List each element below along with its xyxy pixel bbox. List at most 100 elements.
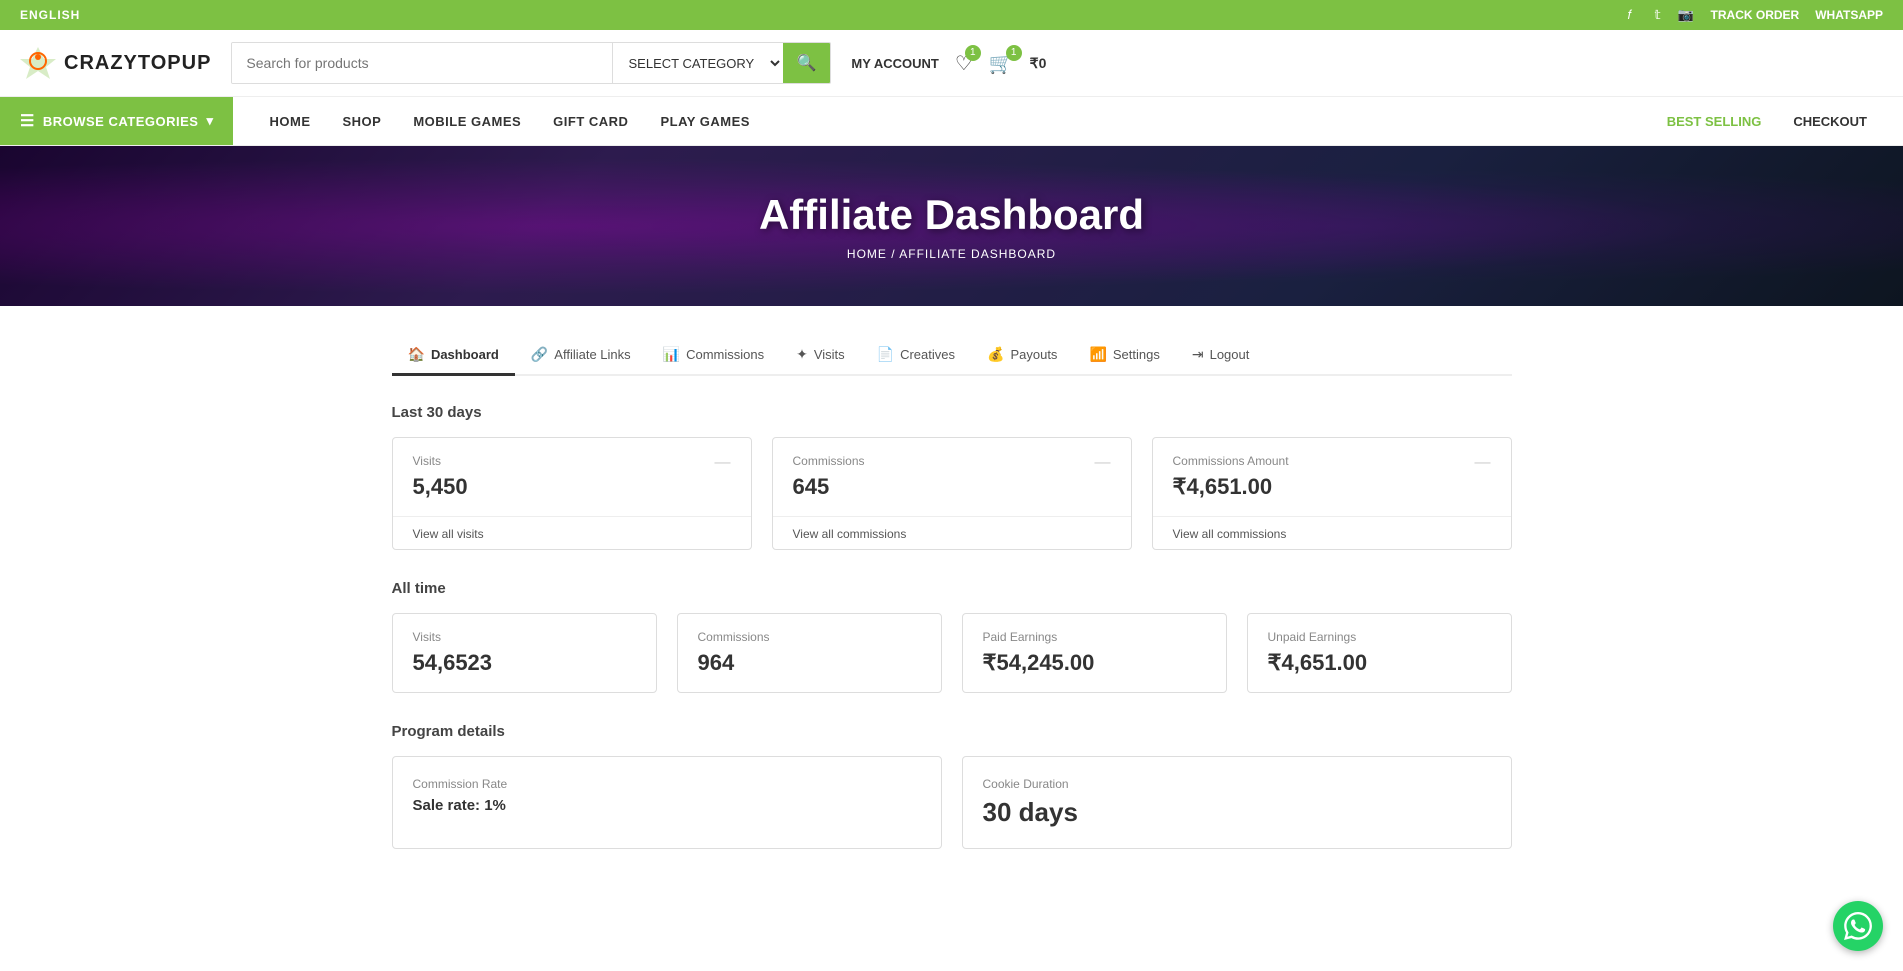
social-icons: 𝑓 𝕥 📷: [1621, 6, 1695, 24]
commission-rate-label: Commission Rate: [413, 777, 921, 791]
visits-label: Visits: [413, 454, 468, 468]
tabs: 🏠 Dashboard 🔗 Affiliate Links 📊 Commissi…: [392, 336, 1512, 376]
tab-visits[interactable]: ✦ Visits: [780, 336, 861, 376]
alltime-paid-earnings-body: Paid Earnings ₹54,245.00: [963, 614, 1226, 692]
hero-banner: Affiliate Dashboard HOME / AFFILIATE DAS…: [0, 146, 1903, 306]
tab-logout[interactable]: ⇥ Logout: [1176, 336, 1266, 376]
tab-dashboard[interactable]: 🏠 Dashboard: [392, 336, 515, 376]
alltime-commissions-card: Commissions 964: [677, 613, 942, 693]
hamburger-icon: ☰: [20, 111, 35, 131]
commissions-card-30: Commissions 645 — View all commissions: [772, 437, 1132, 550]
nav-shop[interactable]: SHOP: [326, 100, 397, 143]
commissions-amount-footer: View all commissions: [1153, 516, 1511, 549]
last30days-label: Last 30 days: [392, 404, 1512, 421]
search-bar: SELECT CATEGORY 🔍: [231, 42, 831, 84]
commissions-value: 645: [793, 474, 865, 500]
cart-value: ₹0: [1030, 55, 1047, 72]
creatives-icon: 📄: [877, 346, 894, 363]
payouts-icon: 💰: [987, 346, 1004, 363]
nav-play-games[interactable]: PLAY GAMES: [644, 100, 766, 143]
wishlist-button[interactable]: ♡ 1: [955, 51, 973, 76]
nav-links: HOME SHOP MOBILE GAMES GIFT CARD PLAY GA…: [233, 100, 1650, 143]
logo-icon: [20, 45, 56, 81]
tab-affiliate-links[interactable]: 🔗 Affiliate Links: [515, 336, 647, 376]
whatsapp-button[interactable]: [1833, 901, 1883, 951]
browse-chevron-icon: ▾: [206, 113, 213, 129]
tab-commissions-label: Commissions: [686, 347, 764, 362]
breadcrumb-home[interactable]: HOME: [847, 247, 887, 261]
track-order-link[interactable]: TRACK ORDER: [1711, 8, 1800, 22]
hero-title: Affiliate Dashboard: [759, 191, 1144, 239]
header-right: MY ACCOUNT ♡ 1 🛒 1 ₹0: [851, 51, 1046, 76]
facebook-icon[interactable]: 𝑓: [1621, 6, 1639, 24]
breadcrumb-separator: /: [891, 247, 895, 261]
nav-home[interactable]: HOME: [253, 100, 326, 143]
commission-rate-value: Sale rate: 1%: [413, 797, 921, 814]
language-label[interactable]: ENGLISH: [20, 8, 80, 22]
alltime-label: All time: [392, 580, 1512, 597]
search-input[interactable]: [232, 43, 611, 83]
browse-categories-button[interactable]: ☰ BROWSE CATEGORIES ▾: [0, 97, 233, 145]
cookie-duration-value: 30 days: [983, 797, 1491, 828]
twitter-icon[interactable]: 𝕥: [1649, 6, 1667, 24]
whatsapp-link[interactable]: WHATSAPP: [1815, 8, 1883, 22]
commissions-amount-card-body: Commissions Amount ₹4,651.00 —: [1153, 438, 1511, 516]
cart-badge: 1: [1006, 45, 1022, 61]
tab-settings[interactable]: 📶 Settings: [1073, 336, 1175, 376]
commissions-icon: 📊: [663, 346, 680, 363]
instagram-icon[interactable]: 📷: [1677, 6, 1695, 24]
logout-icon: ⇥: [1192, 346, 1204, 363]
logo[interactable]: CRAZYTOPUP: [20, 45, 211, 81]
nav-gift-card[interactable]: GIFT CARD: [537, 100, 644, 143]
commissions-card-body: Commissions 645 —: [773, 438, 1131, 516]
wishlist-badge: 1: [965, 45, 981, 61]
alltime-visits-card: Visits 54,6523: [392, 613, 657, 693]
visits-icon: ✦: [796, 346, 808, 363]
tab-creatives-label: Creatives: [900, 347, 955, 362]
alltime-commissions-body: Commissions 964: [678, 614, 941, 692]
alltime-visits-label: Visits: [413, 630, 493, 644]
cart-button[interactable]: 🛒 1: [989, 51, 1014, 76]
cookie-duration-card: Cookie Duration 30 days: [962, 756, 1512, 849]
nav-right-links: BEST SELLING CHECKOUT: [1651, 100, 1903, 143]
my-account-link[interactable]: MY ACCOUNT: [851, 56, 938, 71]
checkout-link[interactable]: CHECKOUT: [1777, 100, 1883, 143]
tab-visits-label: Visits: [814, 347, 845, 362]
alltime-commissions-value: 964: [698, 650, 770, 676]
visits-card-body: Visits 5,450 —: [393, 438, 751, 516]
tab-affiliate-links-label: Affiliate Links: [554, 347, 630, 362]
whatsapp-icon: [1844, 912, 1872, 940]
tab-settings-label: Settings: [1113, 347, 1160, 362]
tab-creatives[interactable]: 📄 Creatives: [861, 336, 971, 376]
view-all-visits-link[interactable]: View all visits: [413, 527, 484, 541]
alltime-commissions-label: Commissions: [698, 630, 770, 644]
header: CRAZYTOPUP SELECT CATEGORY 🔍 MY ACCOUNT …: [0, 30, 1903, 97]
alltime-unpaid-earnings-body: Unpaid Earnings ₹4,651.00: [1248, 614, 1511, 692]
search-button[interactable]: 🔍: [783, 43, 831, 83]
nav-mobile-games[interactable]: MOBILE GAMES: [397, 100, 537, 143]
view-all-commissions-amount-link[interactable]: View all commissions: [1173, 527, 1287, 541]
settings-icon: 📶: [1089, 346, 1106, 363]
tab-logout-label: Logout: [1210, 347, 1250, 362]
alltime-visits-body: Visits 54,6523: [393, 614, 656, 692]
view-all-commissions-link[interactable]: View all commissions: [793, 527, 907, 541]
program-details-grid: Commission Rate Sale rate: 1% Cookie Dur…: [392, 756, 1512, 849]
affiliate-links-icon: 🔗: [531, 346, 548, 363]
visits-footer: View all visits: [393, 516, 751, 549]
commissions-amount-value: ₹4,651.00: [1173, 474, 1289, 500]
program-details-label: Program details: [392, 723, 1512, 740]
commissions-amount-icon: —: [1475, 454, 1491, 472]
top-bar-right: 𝑓 𝕥 📷 TRACK ORDER WHATSAPP: [1621, 6, 1883, 24]
visits-value: 5,450: [413, 474, 468, 500]
visits-card-icon: —: [715, 454, 731, 472]
alltime-unpaid-earnings-label: Unpaid Earnings: [1268, 630, 1368, 644]
tab-commissions[interactable]: 📊 Commissions: [647, 336, 780, 376]
commission-rate-card: Commission Rate Sale rate: 1%: [392, 756, 942, 849]
alltime-visits-value: 54,6523: [413, 650, 493, 676]
best-selling-link[interactable]: BEST SELLING: [1651, 100, 1778, 143]
category-select[interactable]: SELECT CATEGORY: [612, 43, 783, 83]
tab-payouts[interactable]: 💰 Payouts: [971, 336, 1073, 376]
commissions-amount-card-30: Commissions Amount ₹4,651.00 — View all …: [1152, 437, 1512, 550]
commissions-card-icon: —: [1095, 454, 1111, 472]
visits-card-30: Visits 5,450 — View all visits: [392, 437, 752, 550]
